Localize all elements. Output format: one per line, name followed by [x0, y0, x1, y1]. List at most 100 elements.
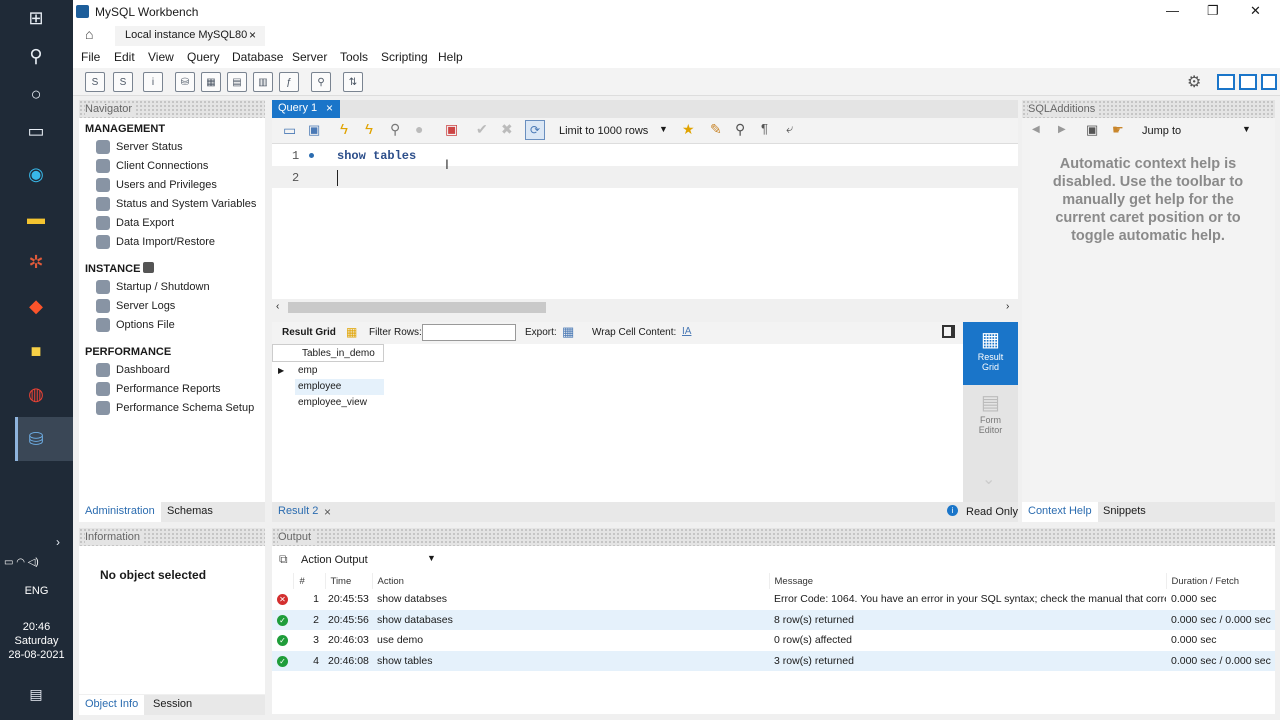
chevron-up-icon[interactable]: ›: [44, 528, 72, 556]
connection-tab-close[interactable]: ×: [249, 28, 256, 42]
header-num[interactable]: #: [292, 573, 325, 589]
tab-snippets[interactable]: Snippets: [1097, 502, 1152, 522]
create-procedure-icon[interactable]: ▥: [253, 72, 273, 92]
nav-users-privileges[interactable]: Users and Privileges: [96, 178, 217, 192]
result-tab-close[interactable]: ×: [324, 505, 331, 519]
nav-status-variables[interactable]: Status and System Variables: [96, 197, 256, 211]
table-row[interactable]: emp: [295, 363, 384, 379]
clock[interactable]: 20:46 Saturday 28-08-2021: [0, 620, 73, 662]
jump-to-select[interactable]: Jump to ▼: [1138, 122, 1252, 140]
copy-icon[interactable]: ⧉: [279, 552, 288, 567]
find-icon[interactable]: ⚲: [735, 121, 745, 138]
file-explorer-icon[interactable]: ▬: [22, 204, 50, 232]
new-sql-tab-icon[interactable]: S: [85, 72, 105, 92]
menu-scripting[interactable]: Scripting: [381, 50, 428, 64]
toggle-panel-icon[interactable]: [942, 325, 955, 338]
wrap-lines-icon[interactable]: ⤶: [786, 121, 793, 137]
beautify-icon[interactable]: ✎: [710, 121, 722, 138]
close-button[interactable]: ✕: [1250, 3, 1261, 19]
nav-dashboard[interactable]: Dashboard: [96, 363, 170, 377]
menu-database[interactable]: Database: [232, 50, 283, 64]
output-row[interactable]: ✕ 1 20:45:53 show databses Error Code: 1…: [272, 589, 1275, 610]
toggle-output-icon[interactable]: [1239, 74, 1257, 90]
sticky-notes-icon[interactable]: ■: [22, 337, 50, 365]
menu-view[interactable]: View: [148, 50, 174, 64]
output-row[interactable]: ✓ 4 20:46:08 show tables 3 row(s) return…: [272, 650, 1275, 671]
scroll-right-icon[interactable]: ›: [1006, 301, 1009, 312]
chrome-icon[interactable]: ◍: [22, 380, 50, 408]
task-view-icon[interactable]: ▭: [22, 117, 50, 145]
nav-client-connections[interactable]: Client Connections: [96, 159, 208, 173]
save-icon[interactable]: ▣: [308, 122, 320, 138]
edge-icon[interactable]: ◉: [22, 160, 50, 188]
filter-rows-input[interactable]: [422, 324, 516, 341]
output-type-select[interactable]: Action Output ▼: [297, 551, 437, 569]
notifications-icon[interactable]: ▤: [22, 680, 50, 708]
home-icon[interactable]: ⌂: [85, 26, 93, 42]
menu-file[interactable]: File: [81, 50, 100, 64]
inspector-icon[interactable]: i: [143, 72, 163, 92]
execute-icon[interactable]: ϟ: [340, 121, 348, 138]
toggle-errors-icon[interactable]: ▣: [445, 121, 458, 138]
create-function-icon[interactable]: ƒ: [279, 72, 299, 92]
result-tab[interactable]: Result 2: [272, 502, 324, 522]
nav-server-logs[interactable]: Server Logs: [96, 299, 175, 313]
create-view-icon[interactable]: ▤: [227, 72, 247, 92]
form-editor-button[interactable]: ▤ Form Editor: [963, 390, 1018, 445]
manual-help-icon[interactable]: ▣: [1086, 122, 1098, 138]
nav-data-export[interactable]: Data Export: [96, 216, 174, 230]
tab-object-info[interactable]: Object Info: [79, 695, 145, 715]
query-tab[interactable]: Query 1 ×: [272, 100, 340, 118]
toggle-sidebar-icon[interactable]: [1217, 74, 1235, 90]
menu-query[interactable]: Query: [187, 50, 220, 64]
tab-administration[interactable]: Administration: [79, 502, 161, 522]
horizontal-scrollbar[interactable]: ‹ ›: [272, 299, 1018, 316]
sql-editor[interactable]: 1 show tables 2 I: [272, 144, 1018, 299]
tray-icons[interactable]: ▭ ◠ ◁): [4, 557, 39, 568]
grid-icon[interactable]: ▦: [346, 325, 357, 339]
app-icon[interactable]: ✲: [22, 248, 50, 276]
minimize-button[interactable]: —: [1166, 3, 1179, 18]
invisible-chars-icon[interactable]: ¶: [761, 121, 768, 136]
commit-icon[interactable]: ✔: [476, 121, 488, 138]
settings-gear-icon[interactable]: ⚙: [1187, 72, 1201, 92]
cortana-icon[interactable]: ○: [22, 80, 50, 108]
explain-icon[interactable]: ⚲: [390, 121, 400, 138]
nav-performance-reports[interactable]: Performance Reports: [96, 382, 221, 396]
wrap-cell-icon[interactable]: IA: [682, 326, 691, 337]
tab-schemas[interactable]: Schemas: [161, 502, 219, 522]
menu-server[interactable]: Server: [292, 50, 327, 64]
scroll-down-icon[interactable]: ⌄: [982, 469, 995, 489]
language-indicator[interactable]: ENG: [0, 585, 73, 597]
nav-options-file[interactable]: Options File: [96, 318, 175, 332]
stop-icon[interactable]: ●: [415, 121, 423, 137]
reconnect-icon[interactable]: ⇅: [343, 72, 363, 92]
nav-startup-shutdown[interactable]: Startup / Shutdown: [96, 280, 210, 294]
query-tab-close[interactable]: ×: [326, 101, 333, 115]
execute-current-icon[interactable]: ϟ: [365, 121, 373, 138]
column-header[interactable]: Tables_in_demo: [272, 344, 384, 362]
mysql-workbench-icon[interactable]: ⛁: [22, 425, 50, 453]
toggle-secondary-sidebar-icon[interactable]: [1261, 74, 1277, 90]
scrollbar-thumb[interactable]: [288, 302, 546, 313]
add-snippet-icon[interactable]: ★: [682, 121, 695, 138]
header-time[interactable]: Time: [324, 573, 372, 589]
table-row[interactable]: employee_view: [295, 395, 384, 411]
windows-start-icon[interactable]: ⊞: [22, 4, 50, 32]
table-row[interactable]: employee: [295, 379, 384, 395]
back-icon[interactable]: ◀: [1032, 124, 1040, 135]
header-duration[interactable]: Duration / Fetch: [1165, 573, 1275, 589]
tab-session[interactable]: Session: [147, 695, 198, 715]
nav-data-import[interactable]: Data Import/Restore: [96, 235, 215, 249]
limit-rows-select[interactable]: Limit to 1000 rows ▼: [555, 122, 670, 140]
output-row[interactable]: ✓ 3 20:46:03 use demo 0 row(s) affected …: [272, 630, 1275, 651]
create-table-icon[interactable]: ▦: [201, 72, 221, 92]
search-table-data-icon[interactable]: ⚲: [311, 72, 331, 92]
menu-edit[interactable]: Edit: [114, 50, 135, 64]
auto-help-icon[interactable]: ☛: [1112, 122, 1124, 138]
connection-tab[interactable]: Local instance MySQL80 ×: [115, 26, 265, 46]
open-file-icon[interactable]: ▭: [283, 122, 296, 139]
maximize-button[interactable]: ❐: [1207, 3, 1219, 19]
nav-server-status[interactable]: Server Status: [96, 140, 183, 154]
output-row[interactable]: ✓ 2 20:45:56 show databases 8 row(s) ret…: [272, 609, 1275, 630]
